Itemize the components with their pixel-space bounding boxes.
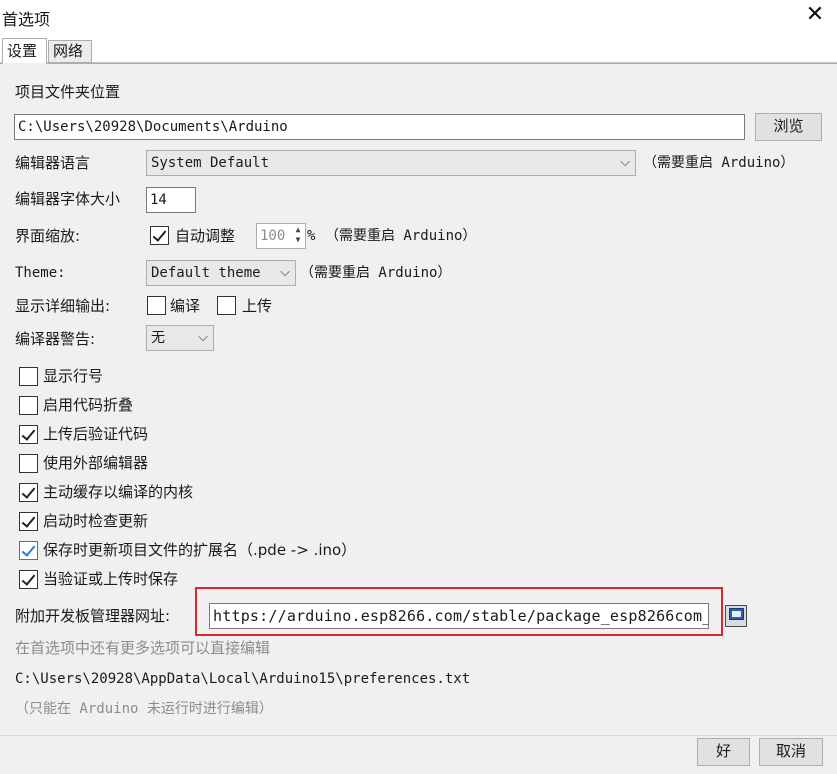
option-checkbox-external-editor[interactable] bbox=[19, 454, 38, 473]
tab-bar bbox=[0, 36, 837, 63]
option-checkbox-cache-core[interactable] bbox=[19, 483, 38, 502]
auto-scale-checkbox[interactable] bbox=[150, 226, 169, 245]
verbose-compile-label: 编译 bbox=[170, 297, 201, 315]
chevron-down-icon: ⌵ bbox=[280, 265, 290, 280]
theme-note: （需要重启 Arduino） bbox=[300, 265, 452, 281]
verbose-compile-checkbox[interactable] bbox=[147, 296, 166, 315]
option-label: 启动时检查更新 bbox=[43, 512, 149, 530]
theme-value: Default theme bbox=[151, 265, 261, 281]
interface-scale-note: （需要重启 Arduino） bbox=[325, 228, 477, 244]
compiler-warnings-value: 无 bbox=[151, 330, 165, 346]
option-label: 主动缓存以编译的内核 bbox=[43, 483, 194, 501]
open-url-list-icon[interactable] bbox=[725, 605, 747, 627]
chevron-down-icon: ⌵ bbox=[198, 330, 208, 345]
tab-network[interactable]: 网络 bbox=[48, 40, 92, 63]
spinner-arrows-icon[interactable]: ▲ ▼ bbox=[292, 225, 304, 247]
scale-unit: % bbox=[307, 228, 316, 244]
ok-button[interactable]: 好 bbox=[697, 738, 750, 766]
highlight-box bbox=[195, 587, 723, 636]
option-checkbox-save-on-verify[interactable] bbox=[19, 570, 38, 589]
verbose-label: 显示详细输出: bbox=[15, 297, 111, 315]
interface-scale-label: 界面缩放: bbox=[15, 227, 81, 245]
edit-note: （只能在 Arduino 未运行时进行编辑） bbox=[15, 701, 273, 717]
option-checkbox-update-extension[interactable] bbox=[19, 541, 38, 560]
scale-spinner[interactable]: 100 ▲ ▼ bbox=[256, 223, 306, 249]
editor-language-label: 编辑器语言 bbox=[15, 154, 91, 172]
editor-language-value: System Default bbox=[151, 155, 270, 171]
editor-language-note: （需要重启 Arduino） bbox=[643, 155, 795, 171]
verbose-upload-checkbox[interactable] bbox=[217, 296, 236, 315]
compiler-warnings-label: 编译器警告: bbox=[15, 330, 96, 348]
compiler-warnings-select[interactable]: 无 ⌵ bbox=[146, 325, 214, 351]
font-size-label: 编辑器字体大小 bbox=[15, 190, 121, 208]
option-label: 保存时更新项目文件的扩展名（.pde -> .ino） bbox=[43, 541, 357, 559]
auto-scale-label: 自动调整 bbox=[175, 227, 236, 245]
verbose-upload-label: 上传 bbox=[242, 297, 273, 315]
sketchbook-path-input[interactable]: C:\Users\20928\Documents\Arduino bbox=[14, 114, 745, 140]
option-checkbox-code-folding[interactable] bbox=[19, 396, 38, 415]
window-title: 首选项 bbox=[2, 10, 51, 29]
tab-settings[interactable]: 设置 bbox=[2, 38, 47, 64]
option-checkbox-line-numbers[interactable] bbox=[19, 367, 38, 386]
option-label: 启用代码折叠 bbox=[43, 396, 134, 414]
theme-label: Theme: bbox=[15, 265, 66, 281]
theme-select[interactable]: Default theme ⌵ bbox=[146, 260, 296, 286]
close-icon[interactable]: ✕ bbox=[803, 2, 827, 28]
prefs-file-path[interactable]: C:\Users\20928\AppData\Local\Arduino15\p… bbox=[15, 669, 470, 689]
more-prefs-note: 在首选项中还有更多选项可以直接编辑 bbox=[15, 639, 271, 657]
board-urls-label: 附加开发板管理器网址: bbox=[15, 607, 171, 625]
option-checkbox-verify-upload[interactable] bbox=[19, 425, 38, 444]
editor-language-select[interactable]: System Default ⌵ bbox=[146, 150, 636, 176]
browse-button[interactable]: 浏览 bbox=[755, 113, 822, 141]
cancel-button[interactable]: 取消 bbox=[759, 738, 823, 766]
option-label: 当验证或上传时保存 bbox=[43, 570, 179, 588]
option-label: 显示行号 bbox=[43, 367, 104, 385]
option-label: 上传后验证代码 bbox=[43, 425, 149, 443]
font-size-input[interactable]: 14 bbox=[146, 187, 196, 213]
chevron-down-icon: ⌵ bbox=[620, 155, 630, 170]
option-checkbox-check-updates[interactable] bbox=[19, 512, 38, 531]
sketchbook-label: 项目文件夹位置 bbox=[15, 83, 121, 101]
option-label: 使用外部编辑器 bbox=[43, 454, 149, 472]
scale-value: 100 bbox=[260, 228, 286, 244]
